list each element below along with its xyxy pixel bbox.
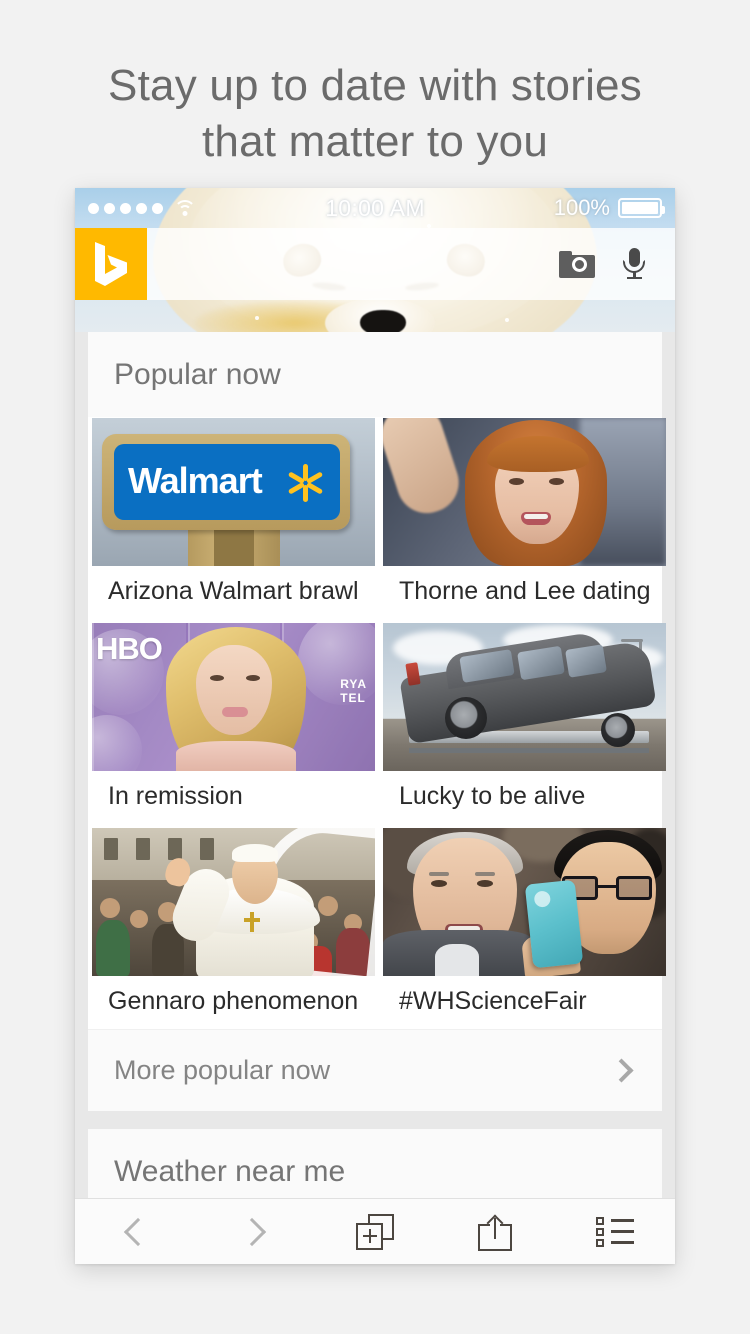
menu-button[interactable] [555,1199,675,1265]
tile-row: Walmart Arizona Walmart brawl Thorne and… [88,418,666,619]
hbo-sponsor-text: RYA TEL [340,677,367,705]
section-header-weather-near-me: Weather near me [88,1129,662,1198]
section-header-popular-now: Popular now [88,332,662,418]
news-tile[interactable]: Lucky to be alive [383,623,666,824]
search-bar-actions [559,247,675,281]
tile-caption[interactable]: Thorne and Lee dating [383,566,666,619]
more-popular-now-label: More popular now [114,1055,331,1085]
more-popular-now-button[interactable]: More popular now [88,1029,662,1111]
tile-thumbnail-gennaro[interactable] [92,828,375,976]
tile-caption[interactable]: Lucky to be alive [383,771,666,824]
list-menu-icon [596,1216,634,1247]
tile-caption[interactable]: #WHScienceFair [383,976,666,1029]
popular-now-tile-grid: Walmart Arizona Walmart brawl Thorne and… [88,418,666,1029]
phone-screen: 10:00 AM 100% Popular now Walmart Arizon… [75,188,675,1264]
battery-percent-label: 100% [553,195,610,220]
new-tab-icon [356,1213,394,1250]
hbo-brand-text: HBO [96,631,163,666]
search-bar[interactable] [75,228,675,300]
tile-caption[interactable]: Gennaro phenomenon [92,976,375,1029]
status-bar-right: 100% [553,195,665,221]
tile-row: HBO RYA TEL In remission Lucky to be ali… [88,623,666,824]
section-title: Weather near me [114,1154,346,1188]
news-tile[interactable]: #WHScienceFair [383,828,666,1029]
chevron-right-icon [609,1058,634,1083]
snow-fleck [505,318,509,322]
back-button[interactable] [75,1199,195,1265]
tile-thumbnail-in-remission[interactable]: HBO RYA TEL [92,623,375,771]
snow-fleck [255,316,259,320]
search-input[interactable] [147,228,559,300]
chevron-right-icon [237,1217,267,1246]
tile-caption[interactable]: In remission [92,771,375,824]
status-bar: 10:00 AM 100% [75,188,675,228]
content-scroll-area[interactable]: Popular now Walmart Arizona Walmart braw… [75,332,675,1198]
walmart-spark-icon [284,462,326,504]
polar-bear-nose [360,310,406,332]
headline-line-1: Stay up to date with stories [108,61,642,110]
headline-line-2: that matter to you [202,117,548,166]
section-title: Popular now [114,357,281,391]
news-tile[interactable]: Walmart Arizona Walmart brawl [92,418,375,619]
bing-logo[interactable] [75,228,147,300]
new-tab-button[interactable] [315,1199,435,1265]
tile-row: Gennaro phenomenon #WHScienceFair [88,828,666,1029]
tile-thumbnail-wh-science-fair[interactable] [383,828,666,976]
battery-icon [618,198,665,218]
share-button[interactable] [435,1199,555,1265]
tile-thumbnail-walmart[interactable]: Walmart [92,418,375,566]
tile-caption[interactable]: Arizona Walmart brawl [92,566,375,619]
news-tile[interactable]: Gennaro phenomenon [92,828,375,1029]
tile-thumbnail-thorne[interactable] [383,418,666,566]
marketing-headline: Stay up to date with stories that matter… [0,0,750,170]
tile-thumbnail-lucky-to-be-alive[interactable] [383,623,666,771]
news-tile[interactable]: HBO RYA TEL In remission [92,623,375,824]
section-popular-now: Popular now Walmart Arizona Walmart braw… [88,332,666,1111]
news-tile[interactable]: Thorne and Lee dating [383,418,666,619]
chevron-left-icon [123,1217,153,1246]
forward-button[interactable] [195,1199,315,1265]
share-icon [478,1213,512,1251]
camera-icon[interactable] [559,250,595,278]
battery-fill [622,202,658,214]
walmart-brand-text: Walmart [128,460,263,501]
section-weather-near-me: Weather near me [88,1129,662,1198]
browser-toolbar [75,1198,675,1264]
microphone-icon[interactable] [623,247,645,281]
